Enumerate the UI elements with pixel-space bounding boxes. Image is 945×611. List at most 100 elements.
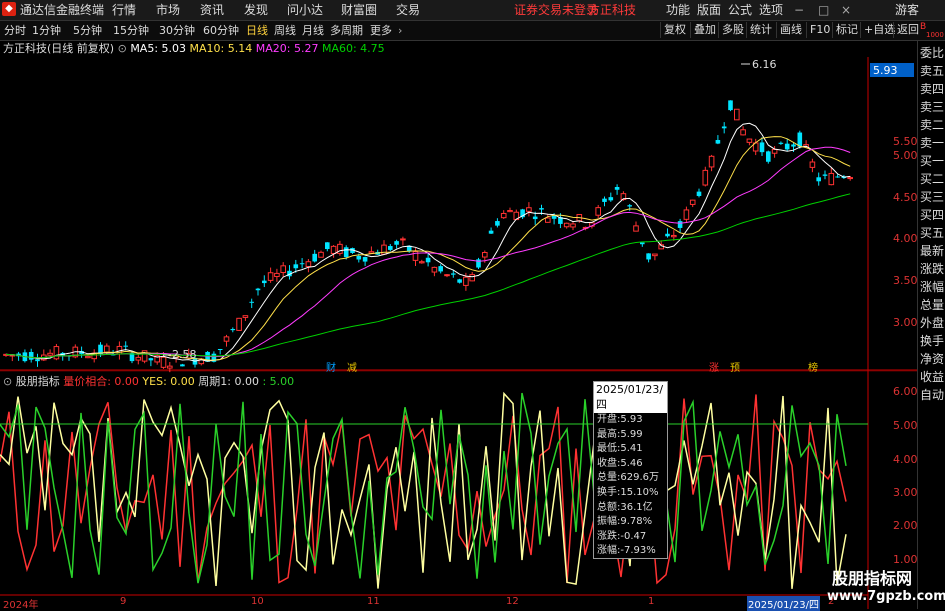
indicator-settings-icon[interactable]: ⊙ — [3, 375, 12, 388]
chart-mode: (日线 前复权) — [47, 42, 115, 55]
indicator-l1: 量价相合: 0.00 — [63, 375, 139, 388]
panel-auto[interactable]: 自动 — [920, 386, 945, 404]
panel-earnings[interactable]: 收益 — [920, 368, 945, 386]
panel-buy2[interactable]: 买二 — [920, 170, 945, 188]
event-marker-jian[interactable]: 减 — [347, 359, 357, 374]
panel-buy5[interactable]: 买五 — [920, 224, 945, 242]
maximize-icon[interactable]: □ — [818, 2, 829, 18]
menu-jiaoyi[interactable]: 交易 — [396, 2, 420, 18]
period-monthly[interactable]: 月线 — [302, 23, 324, 38]
panel-sell5[interactable]: 卖五 — [920, 62, 945, 80]
period-daily[interactable]: 日线 — [246, 23, 268, 38]
y-tick-3.00: 3.00 — [893, 316, 918, 329]
y-tick-5.50: 5.50 — [893, 135, 918, 148]
period-fenshi[interactable]: 分时 — [4, 23, 26, 38]
panel-netasset[interactable]: 净资 — [920, 350, 945, 368]
tooltip-high: 最高:5.99 — [597, 428, 643, 440]
menu-wenxiaoda[interactable]: 问小达 — [287, 2, 323, 18]
panel-weibi[interactable]: 委比 — [920, 44, 945, 62]
tool-f10[interactable]: F10 — [806, 22, 833, 38]
panel-waipan[interactable]: 外盘 — [920, 314, 945, 332]
tool-biaoji[interactable]: 标记 — [832, 22, 861, 38]
panel-latest[interactable]: 最新 — [920, 242, 945, 260]
period-15min[interactable]: 15分钟 — [113, 23, 149, 38]
tool-fuquan[interactable]: 复权 — [660, 22, 689, 38]
quote-side-panel: B 1000 委比 卖五 卖四 卖三 卖二 卖一 买一 买二 买三 买四 买五 … — [917, 22, 945, 609]
tooltip-amplitude: 振幅:9.78% — [597, 516, 653, 528]
menu-shichang[interactable]: 市场 — [156, 2, 180, 18]
menu-banmian[interactable]: 版面 — [697, 2, 721, 18]
panel-turnover[interactable]: 换手 — [920, 332, 945, 350]
indicator-lines — [0, 391, 847, 589]
tooltip-change: 涨跌:-0.47 — [597, 530, 647, 542]
menu-caifuquan[interactable]: 财富圈 — [341, 2, 377, 18]
login-warning[interactable]: 证券交易未登录 — [514, 2, 598, 18]
event-marker-zhang[interactable]: 涨 — [709, 359, 719, 374]
ma10-label: MA10: 5.14 — [189, 42, 253, 55]
app-logo-icon: ◆ — [2, 2, 16, 16]
tooltip-amount: 总额:36.1亿 — [597, 501, 653, 513]
current-price-label: 5.93 — [873, 64, 898, 77]
chart-area[interactable] — [0, 57, 917, 609]
app-title: 通达信金融终端 — [20, 3, 105, 17]
menu-faxian[interactable]: 发现 — [244, 2, 268, 18]
chevron-right-icon[interactable]: › — [398, 23, 402, 38]
y-tick-4.00: 4.00 — [893, 232, 918, 245]
settings-circle-icon[interactable]: ⊙ — [118, 42, 127, 55]
x-tick-11: 11 — [367, 596, 380, 607]
panel-zhangdie[interactable]: 涨跌 — [920, 260, 945, 278]
low-price-label: 2.58 — [172, 348, 197, 361]
tooltip-close: 收盘:5.46 — [597, 457, 643, 469]
panel-volume[interactable]: 总量 — [920, 296, 945, 314]
period-1min[interactable]: 1分钟 — [32, 23, 61, 38]
indicator-l4: : 5.00 — [262, 375, 295, 388]
tool-tongji[interactable]: 统计 — [746, 22, 775, 38]
tool-duogu[interactable]: 多股 — [718, 22, 747, 38]
tool-fanhui[interactable]: 返回 — [893, 22, 922, 38]
tool-huaxian[interactable]: 画线 — [776, 22, 805, 38]
watermark-title: 股朋指标网 — [831, 569, 912, 588]
watermark-url: www.7gpzb.com — [827, 589, 945, 604]
panel-sell1[interactable]: 卖一 — [920, 134, 945, 152]
panel-sell4[interactable]: 卖四 — [920, 80, 945, 98]
bar-info-tooltip: 2025/01/23/四 开盘:5.93 最高:5.99 最低:5.41 收盘:… — [593, 381, 668, 559]
tooltip-open: 开盘:5.93 — [597, 414, 643, 425]
moving-average-lines — [5, 122, 851, 362]
panel-buy4[interactable]: 买四 — [920, 206, 945, 224]
period-60min[interactable]: 60分钟 — [203, 23, 239, 38]
period-multi[interactable]: 多周期 — [330, 23, 363, 38]
y-tick-5.00: 5.00 — [893, 149, 918, 162]
menu-bar: ◆ 通达信金融终端 行情 市场 资讯 发现 问小达 财富圈 交易 证券交易未登录… — [0, 0, 945, 21]
panel-sell2[interactable]: 卖二 — [920, 116, 945, 134]
guest-user[interactable]: 游客 — [895, 2, 919, 18]
panel-zhangfu[interactable]: 涨幅 — [920, 278, 945, 296]
ma60-label: MA60: 4.75 — [321, 42, 385, 55]
event-marker-bang[interactable]: 榜 — [808, 359, 818, 374]
period-weekly[interactable]: 周线 — [274, 23, 296, 38]
menu-gongneng[interactable]: 功能 — [666, 2, 690, 18]
period-more[interactable]: 更多 — [370, 23, 392, 38]
menu-gongshi[interactable]: 公式 — [728, 2, 752, 18]
candlestick-series — [3, 100, 854, 373]
menu-zixun[interactable]: 资讯 — [200, 2, 224, 18]
event-marker-yu[interactable]: 预 — [730, 359, 740, 374]
tool-diejia[interactable]: 叠加 — [690, 22, 719, 38]
panel-sell3[interactable]: 卖三 — [920, 98, 945, 116]
period-30min[interactable]: 30分钟 — [159, 23, 195, 38]
menu-xuanxiang[interactable]: 选项 — [759, 2, 783, 18]
ma5-label: MA5: 5.03 — [130, 42, 187, 55]
y-tick-4.50: 4.50 — [893, 191, 918, 204]
close-icon[interactable]: × — [841, 2, 851, 18]
menu-hangqing[interactable]: 行情 — [112, 2, 136, 18]
stock-name: 方正科技 — [3, 42, 47, 55]
panel-buy1[interactable]: 买一 — [920, 152, 945, 170]
panel-buy3[interactable]: 买三 — [920, 188, 945, 206]
event-marker-cai[interactable]: 财 — [326, 359, 336, 374]
broker-name: 方正科技 — [588, 3, 637, 17]
panel-top-1000: 1000 — [926, 31, 944, 39]
minimize-icon[interactable]: − — [794, 2, 804, 18]
indicator-name[interactable]: 股朋指标 — [16, 375, 60, 388]
tooltip-date: 2025/01/23/四 — [594, 382, 667, 413]
period-5min[interactable]: 5分钟 — [73, 23, 102, 38]
sub-y-tick-2: 2.00 — [893, 519, 918, 532]
